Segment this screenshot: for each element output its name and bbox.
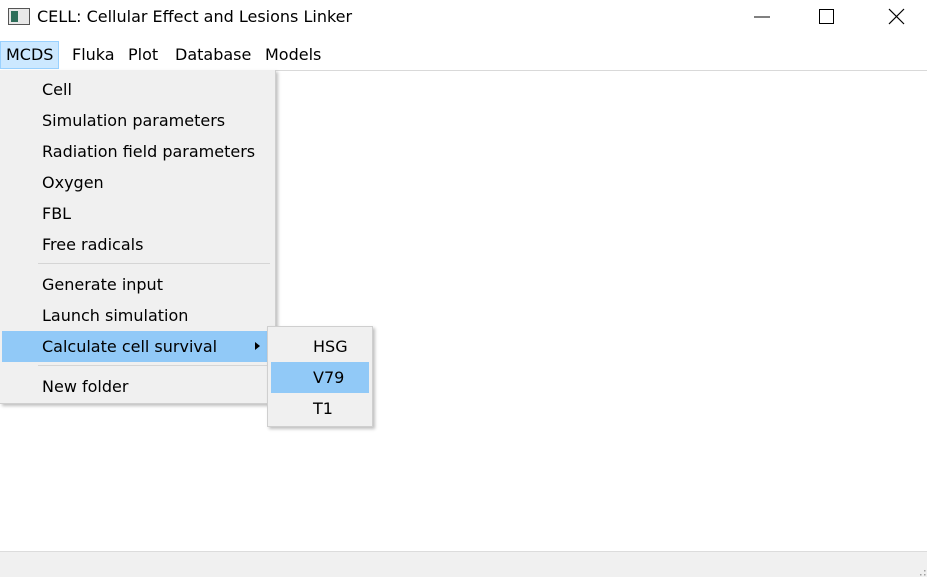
app-window-icon — [8, 8, 30, 25]
menu-item-generate-input[interactable]: Generate input — [0, 269, 270, 300]
window-title: CELL: Cellular Effect and Lesions Linker — [37, 7, 353, 26]
mcds-dropdown-menu: Cell Simulation parameters Radiation fie… — [0, 70, 276, 404]
submenu-item-t1[interactable]: T1 — [271, 393, 369, 424]
menu-fluka[interactable]: Fluka — [67, 41, 120, 69]
menu-separator — [38, 263, 270, 264]
submenu-item-hsg[interactable]: HSG — [271, 331, 369, 362]
menu-item-simulation-parameters[interactable]: Simulation parameters — [0, 105, 270, 136]
cell-survival-submenu: HSG V79 T1 — [267, 326, 373, 427]
menu-item-radiation-field-parameters[interactable]: Radiation field parameters — [0, 136, 270, 167]
menu-separator — [38, 365, 270, 366]
menu-mcds[interactable]: MCDS — [0, 41, 60, 69]
maximize-icon — [819, 9, 834, 24]
menu-plot[interactable]: Plot — [123, 41, 163, 69]
minimize-button[interactable] — [739, 0, 785, 34]
menu-item-launch-simulation[interactable]: Launch simulation — [0, 300, 270, 331]
menu-item-label: Calculate cell survival — [42, 337, 218, 356]
minimize-icon — [754, 16, 770, 18]
maximize-button[interactable] — [803, 0, 849, 34]
menu-item-cell[interactable]: Cell — [0, 74, 270, 105]
status-bar — [0, 551, 927, 577]
submenu-item-v79[interactable]: V79 — [271, 362, 369, 393]
close-button[interactable] — [873, 0, 919, 34]
menu-bar: MCDS Fluka Plot Database Models — [0, 40, 927, 71]
chevron-right-icon — [255, 342, 260, 350]
menu-item-oxygen[interactable]: Oxygen — [0, 167, 270, 198]
menu-item-calculate-cell-survival[interactable]: Calculate cell survival — [2, 331, 268, 362]
menu-models[interactable]: Models — [260, 41, 326, 69]
menu-item-fbl[interactable]: FBL — [0, 198, 270, 229]
title-bar: CELL: Cellular Effect and Lesions Linker — [0, 0, 927, 36]
close-icon — [888, 8, 905, 25]
menu-item-new-folder[interactable]: New folder — [0, 371, 270, 402]
menu-database[interactable]: Database — [170, 41, 256, 69]
resize-grip-icon[interactable] — [920, 570, 926, 576]
menu-item-free-radicals[interactable]: Free radicals — [0, 229, 270, 260]
